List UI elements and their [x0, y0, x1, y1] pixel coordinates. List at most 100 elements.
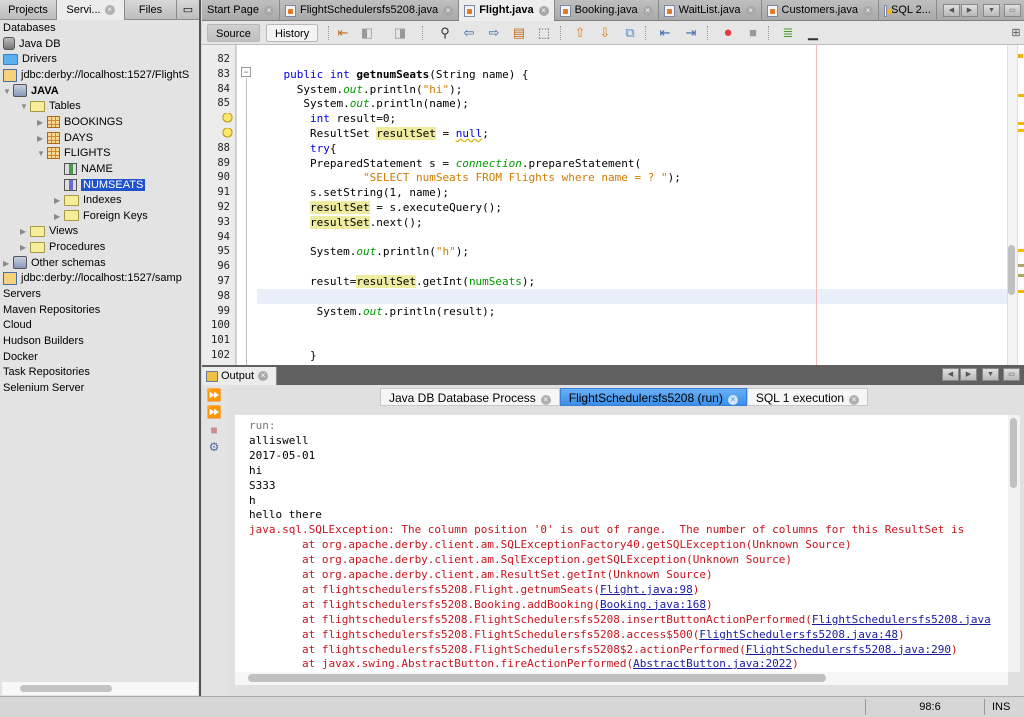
- collapsed-arrow-icon[interactable]: ▶: [37, 131, 47, 146]
- tree-item[interactable]: Drivers: [3, 52, 57, 67]
- warning-bulb-icon[interactable]: [222, 128, 233, 139]
- tab-sql-2[interactable]: SQL 2...: [879, 0, 937, 21]
- source-button[interactable]: Source: [207, 24, 260, 42]
- history-button[interactable]: History: [266, 24, 319, 42]
- stacktrace-link[interactable]: FlightSchedulersfs5208.java:290: [746, 643, 951, 656]
- next-bookmark-icon[interactable]: ⇩: [597, 25, 613, 41]
- close-icon[interactable]: ×: [443, 5, 454, 16]
- tree-item[interactable]: Maven Repositories: [3, 303, 100, 318]
- scroll-left-button[interactable]: ◀: [942, 368, 959, 381]
- error-stripe-mark[interactable]: [1018, 264, 1024, 267]
- output-maximize-button[interactable]: ▭: [1003, 368, 1020, 381]
- output-tab-list-button[interactable]: ▼: [982, 368, 999, 381]
- tree-item[interactable]: Java DB: [3, 37, 61, 52]
- tab-projects[interactable]: Projects: [0, 0, 57, 20]
- forward-icon[interactable]: ◨: [392, 25, 408, 41]
- tree-item[interactable]: Docker: [3, 350, 38, 365]
- expanded-arrow-icon[interactable]: ▼: [3, 84, 13, 99]
- tab-services[interactable]: Servi... ×: [57, 0, 125, 20]
- tree-item[interactable]: ▶ Views: [20, 224, 78, 239]
- last-edit-icon[interactable]: ⇤: [335, 25, 351, 41]
- shift-right-icon[interactable]: ⇥: [683, 25, 699, 41]
- rectangular-selection-icon[interactable]: ⬚: [536, 25, 552, 41]
- error-stripe-mark[interactable]: [1018, 122, 1024, 125]
- stop-macro-icon[interactable]: ■: [745, 25, 761, 41]
- tree-item[interactable]: ▶ Other schemas: [3, 256, 106, 271]
- tree-item[interactable]: ▶ DAYS: [37, 131, 93, 146]
- tab-flight-java[interactable]: Flight.java ×: [459, 0, 555, 21]
- toggle-highlight-icon[interactable]: ▤: [511, 25, 527, 41]
- split-window-icon[interactable]: ⊞: [1008, 25, 1024, 41]
- output-tab[interactable]: Output ×: [202, 367, 277, 385]
- tree-item[interactable]: Servers: [3, 287, 41, 302]
- close-icon[interactable]: ×: [745, 5, 756, 16]
- collapsed-arrow-icon[interactable]: ▶: [20, 240, 30, 255]
- tab-start-page[interactable]: Start Page ×: [202, 0, 280, 21]
- close-icon[interactable]: ×: [862, 5, 873, 16]
- stacktrace-link[interactable]: Booking.java:168: [600, 598, 706, 611]
- scroll-right-button[interactable]: ▶: [960, 368, 977, 381]
- find-previous-icon[interactable]: ⇦: [461, 25, 477, 41]
- expanded-arrow-icon[interactable]: ▼: [37, 146, 47, 161]
- minimize-button[interactable]: ▭: [177, 0, 199, 20]
- settings-icon[interactable]: ⚙: [206, 440, 222, 454]
- tab-flightschedulersfs5208[interactable]: FlightSchedulersfs5208.java ×: [280, 0, 460, 21]
- tree-item[interactable]: jdbc:derby://localhost:1527/samp: [3, 271, 182, 286]
- fold-collapse-icon[interactable]: −: [241, 67, 251, 77]
- output-hscrollbar-thumb[interactable]: [248, 674, 826, 682]
- editor-vscrollbar[interactable]: [1007, 45, 1017, 365]
- insert-mode-indicator[interactable]: INS: [992, 699, 1022, 715]
- code-editor[interactable]: public int getnumSeats(String name) { Sy…: [257, 45, 1007, 365]
- rerun-with-params-icon[interactable]: ⏩: [206, 405, 222, 419]
- tab-java-db-process[interactable]: Java DB Database Process ×: [380, 388, 560, 406]
- start-macro-icon[interactable]: ●: [720, 25, 736, 41]
- close-icon[interactable]: ×: [538, 5, 549, 16]
- tree-item[interactable]: Databases: [3, 21, 56, 36]
- back-icon[interactable]: ◧: [359, 25, 375, 41]
- editor-vscrollbar-thumb[interactable]: [1008, 245, 1015, 295]
- close-icon[interactable]: ×: [104, 5, 115, 16]
- find-icon[interactable]: ⚲: [437, 25, 453, 41]
- rerun-icon[interactable]: ⏩: [206, 388, 222, 402]
- collapsed-arrow-icon[interactable]: ▶: [54, 193, 64, 208]
- error-stripe-mark[interactable]: [1018, 249, 1024, 252]
- tree-item[interactable]: Selenium Server: [3, 381, 84, 396]
- tree-item[interactable]: NUMSEATS: [64, 178, 146, 193]
- shift-left-icon[interactable]: ⇤: [657, 25, 673, 41]
- tree-item[interactable]: ▼ JAVA: [3, 84, 59, 99]
- collapsed-arrow-icon[interactable]: ▶: [20, 224, 30, 239]
- tab-list-button[interactable]: ▼: [982, 3, 1000, 17]
- tab-waitlist-java[interactable]: WaitList.java ×: [659, 0, 762, 21]
- close-icon[interactable]: ×: [642, 5, 653, 16]
- scroll-tabs-left-button[interactable]: ◀: [942, 3, 960, 17]
- tab-files[interactable]: Files: [125, 0, 177, 20]
- error-stripe-mark[interactable]: [1018, 129, 1024, 132]
- close-icon[interactable]: ×: [849, 395, 860, 405]
- stacktrace-link[interactable]: FlightSchedulersfs5208.java: [812, 613, 991, 626]
- find-next-icon[interactable]: ⇨: [486, 25, 502, 41]
- error-stripe-mark[interactable]: [1018, 290, 1024, 293]
- tab-flightschedulersfs5208-run[interactable]: FlightSchedulersfs5208 (run) ×: [559, 388, 747, 406]
- tab-booking-java[interactable]: Booking.java ×: [555, 0, 659, 21]
- close-icon[interactable]: ×: [258, 371, 269, 382]
- tree-item[interactable]: ▼ Tables: [20, 99, 81, 114]
- collapsed-arrow-icon[interactable]: ▶: [54, 209, 64, 224]
- tree-item[interactable]: ▶ BOOKINGS: [37, 115, 123, 130]
- close-icon[interactable]: ×: [727, 395, 738, 405]
- tree-item[interactable]: jdbc:derby://localhost:1527/FlightS: [3, 68, 189, 83]
- tree-item[interactable]: Task Repositories: [3, 365, 90, 380]
- collapsed-arrow-icon[interactable]: ▶: [37, 115, 47, 130]
- tree-item[interactable]: Hudson Builders: [3, 334, 84, 349]
- close-icon[interactable]: ×: [263, 5, 274, 16]
- output-vscrollbar-thumb[interactable]: [1010, 418, 1017, 488]
- stacktrace-link[interactable]: AbstractButton.java:2022: [633, 657, 792, 670]
- maximize-button[interactable]: ▭: [1003, 3, 1021, 17]
- toggle-bookmark-icon[interactable]: ⧉: [622, 25, 638, 41]
- tree-item[interactable]: ▶ Procedures: [20, 240, 105, 255]
- tab-customers-java[interactable]: Customers.java ×: [762, 0, 879, 21]
- uncomment-icon[interactable]: ▁: [805, 25, 821, 41]
- tree-item[interactable]: ▶ Foreign Keys: [54, 209, 148, 224]
- left-hscrollbar-thumb[interactable]: [20, 685, 112, 692]
- collapsed-arrow-icon[interactable]: ▶: [3, 256, 13, 271]
- tree-item[interactable]: ▶ Indexes: [54, 193, 122, 208]
